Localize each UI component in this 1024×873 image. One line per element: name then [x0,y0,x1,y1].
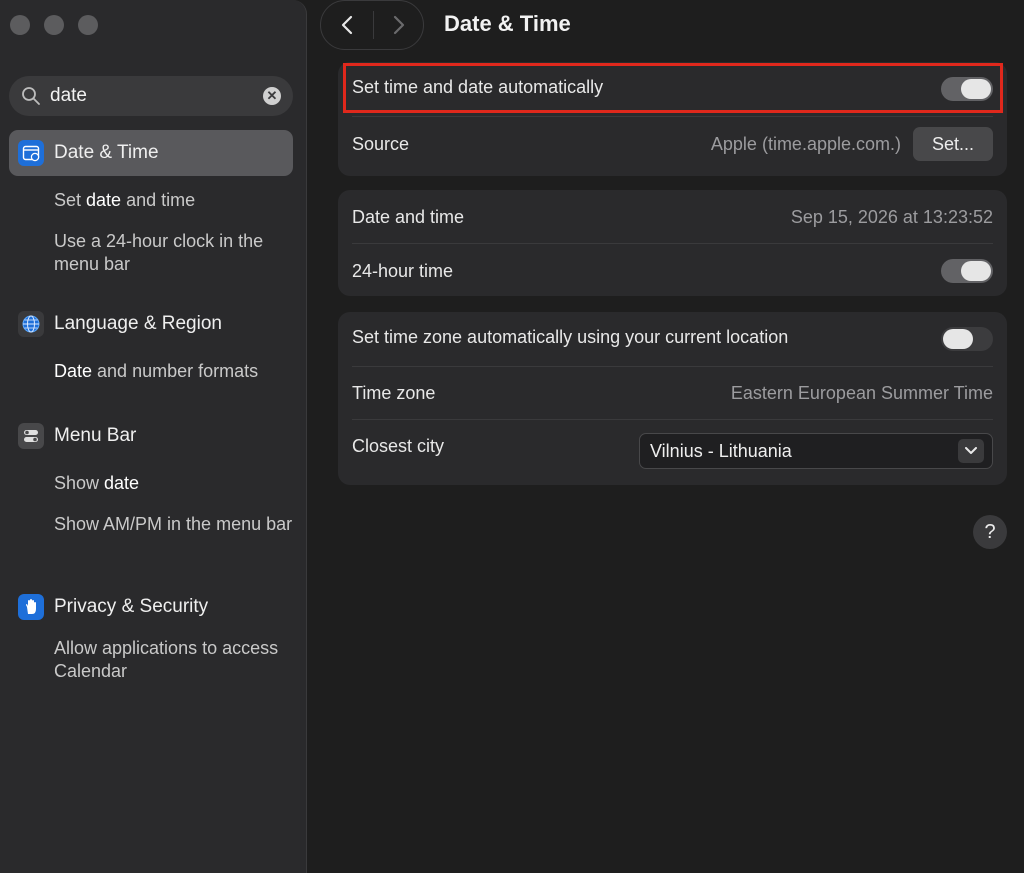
hour24-row: 24-hour time [338,244,1007,298]
automatic-time-card: Set time and date automatically Source A… [338,62,1007,176]
toggle-knob [961,261,991,281]
time-zone-value: Eastern European Summer Time [730,383,993,403]
sidebar-item-label: Language & Region [54,313,222,334]
auto-time-label: Set time and date automatically [352,77,604,97]
toggle-knob [943,329,973,349]
date-time-value[interactable]: Sep 15, 2026 at 13:23:52 [791,207,993,228]
date-time-row: Date and time Sep 15, 2026 at 13:23:52 [338,190,1007,244]
hour24-toggle[interactable] [941,259,993,283]
forward-chevron-icon[interactable] [387,13,409,37]
hand-icon [18,594,44,620]
sidebar-item-label: Menu Bar [54,425,137,446]
sidebar-item-menu-bar[interactable]: Menu Bar [9,413,293,459]
search-field[interactable]: date ✕ [9,76,293,116]
back-chevron-icon[interactable] [337,13,359,37]
search-icon [22,87,40,105]
globe-icon [18,311,44,337]
hour24-label: 24-hour time [352,261,454,281]
auto-time-row: Set time and date automatically [338,62,1007,116]
close-window-button[interactable] [10,15,30,35]
help-button[interactable]: ? [973,515,1007,549]
source-row: Source Apple (time.apple.com.) Set... [338,122,1007,176]
auto-timezone-row: Set time zone automatically using your c… [338,312,1007,366]
clear-search-icon[interactable]: ✕ [263,87,281,105]
search-result-date-number-formats[interactable]: Date and number formats [54,360,294,383]
navigation-buttons [320,0,424,50]
sidebar-item-date-time[interactable]: Date & Time [9,130,293,176]
divider [352,116,993,117]
sidebar: date ✕ Date & Time Set date and time Use… [0,0,307,873]
auto-time-toggle[interactable] [941,77,993,101]
time-zone-row: Time zone Eastern European Summer Time [338,366,1007,420]
toggle-knob [961,79,991,99]
source-value: Apple (time.apple.com.) [710,134,901,154]
time-zone-card: Set time zone automatically using your c… [338,312,1007,485]
closest-city-row: Closest city Vilnius - Lithuania [338,420,1007,485]
date-time-card: Date and time Sep 15, 2026 at 13:23:52 2… [338,190,1007,296]
date-time-label: Date and time [352,207,465,227]
window-controls [10,15,98,35]
closest-city-value: Vilnius - Lithuania [650,441,792,461]
page-title: Date & Time [444,11,571,36]
search-result-show-am-pm[interactable]: Show AM/PM in the menu bar [54,513,294,536]
search-input[interactable]: date [50,85,87,107]
closest-city-label: Closest city [352,436,445,456]
auto-timezone-toggle[interactable] [941,327,993,351]
auto-timezone-label: Set time zone automatically using your c… [352,327,789,347]
source-label: Source [352,134,410,154]
calendar-clock-icon [18,140,44,166]
menu-bar-toggles-icon [18,423,44,449]
search-result-show-date[interactable]: Show date [54,472,294,495]
sidebar-item-privacy-security[interactable]: Privacy & Security [9,584,293,630]
time-zone-label: Time zone [352,383,436,403]
search-result-calendar-access[interactable]: Allow applications to access Calendar [54,637,294,683]
sidebar-item-label: Privacy & Security [54,596,209,617]
zoom-window-button[interactable] [78,15,98,35]
set-source-button[interactable]: Set... [913,127,993,161]
search-result-set-date-and-time[interactable]: Set date and time [54,189,294,212]
divider [373,11,374,39]
minimize-window-button[interactable] [44,15,64,35]
sidebar-item-label: Date & Time [54,142,159,163]
closest-city-select[interactable]: Vilnius - Lithuania [639,433,993,469]
sidebar-item-language-region[interactable]: Language & Region [9,301,293,347]
chevron-down-icon [958,439,984,463]
search-result-24-hour-clock[interactable]: Use a 24-hour clock in the menu bar [54,230,294,276]
